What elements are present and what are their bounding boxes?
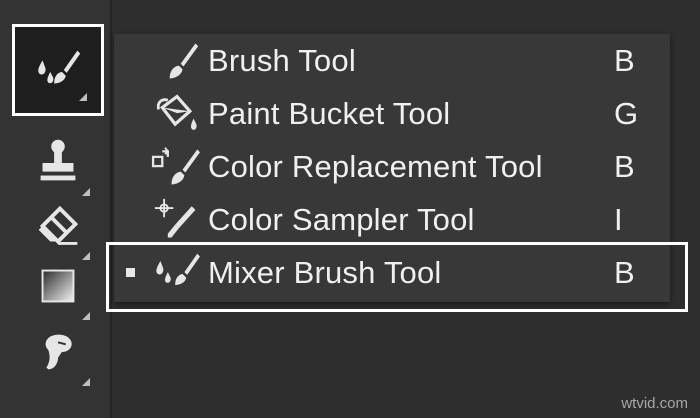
submenu-indicator-icon [82,378,90,386]
tools-panel [0,0,110,418]
color-sampler-icon [146,193,208,246]
menu-item-brush-tool[interactable]: Brush Tool B [114,34,670,87]
menu-item-mixer-brush-tool[interactable]: Mixer Brush Tool B [114,246,670,299]
smudge-finger-icon [45,334,72,370]
menu-item-shortcut: B [614,42,635,78]
mixer-brush-icon [38,50,81,84]
active-bullet-slot [114,268,146,277]
menu-item-color-replacement-tool[interactable]: Color Replacement Tool B [114,140,670,193]
menu-item-label: Color Sampler Tool [208,201,475,237]
menu-item-shortcut: G [614,95,639,131]
menu-item-paint-bucket-tool[interactable]: Paint Bucket Tool G [114,87,670,140]
brush-icon [146,34,208,87]
menu-item-label: Color Replacement Tool [208,148,543,184]
toolbar-mixer-brush-button[interactable] [12,24,104,116]
watermark: wtvid.com [621,395,688,412]
active-tool-bullet-icon [125,268,135,277]
menu-item-shortcut: B [614,148,635,184]
menu-item-shortcut: I [614,201,623,237]
mixer-brush-icon [146,246,208,299]
toolbar-smudge-button[interactable] [12,306,104,398]
menu-item-label: Mixer Brush Tool [208,254,442,290]
color-replacement-icon [146,140,208,193]
panel-divider [110,0,112,418]
menu-item-label: Paint Bucket Tool [208,95,451,131]
menu-item-color-sampler-tool[interactable]: Color Sampler Tool I [114,193,670,246]
menu-item-label: Brush Tool [208,42,356,78]
submenu-indicator-icon [79,93,87,101]
paint-bucket-icon [146,87,208,140]
menu-item-shortcut: B [614,254,635,290]
